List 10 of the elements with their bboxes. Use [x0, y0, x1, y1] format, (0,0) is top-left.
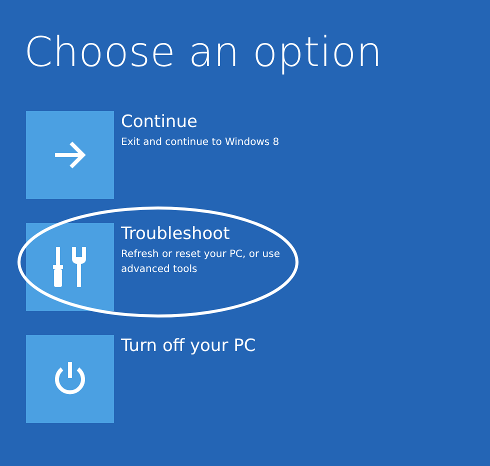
option-description: Exit and continue to Windows 8 [121, 136, 280, 150]
option-label[interactable]: Troubleshoot [121, 223, 311, 245]
option-tile[interactable] [26, 223, 114, 311]
arrow-icon [53, 141, 87, 169]
option-tile[interactable] [26, 111, 114, 199]
option-label[interactable]: Turn off your PC [121, 335, 311, 357]
page-title: Choose an option [24, 27, 384, 78]
option-tile[interactable] [26, 335, 114, 423]
option-description: Refresh or reset your PC, or use advanced tools [121, 248, 281, 277]
option-label[interactable]: Continue [121, 111, 311, 133]
